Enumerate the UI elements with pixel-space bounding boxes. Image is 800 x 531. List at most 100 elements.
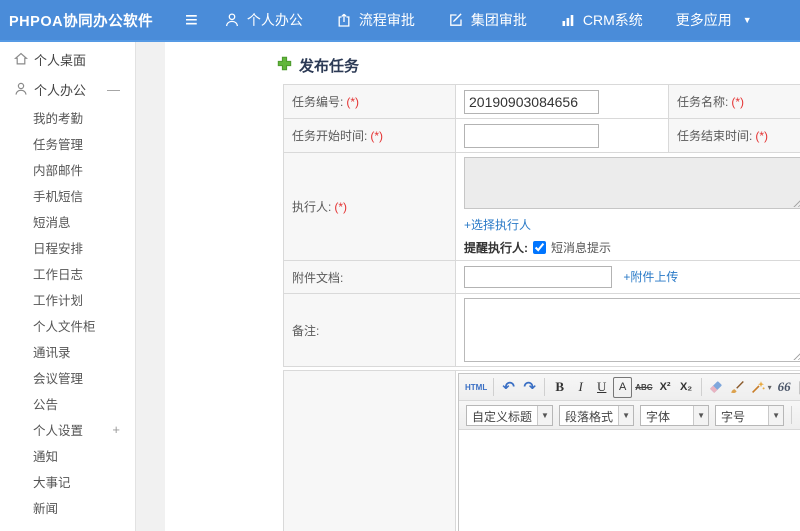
select-value: 字号 [721,409,746,424]
font-size-select[interactable]: 字号 ▼ [715,404,785,426]
paste-icon[interactable] [796,377,800,398]
sidebar-item-label: 公告 [33,397,59,412]
caret-down-icon: ▾ [767,382,772,392]
sidebar-item-label: 个人桌面 [34,52,87,68]
start-time-label-cell: 任务开始时间: (*) [283,118,456,153]
sidebar-item-personal-settings[interactable]: 个人设置 + [0,416,135,442]
nav-crm-system[interactable]: CRM系统 [560,10,643,30]
paragraph-format-select[interactable]: 段落格式 ▼ [559,404,635,426]
hamburger-menu-icon[interactable]: ≡ [185,9,198,31]
sidebar-item-milestones[interactable]: 大事记 [0,468,135,494]
subscript-button[interactable]: X₂ [677,377,696,398]
nav-label: CRM系统 [582,12,643,28]
app-logo: PHPOA协同办公软件 [9,13,154,30]
select-value: 字体 [646,409,671,424]
executor-box[interactable] [464,157,800,209]
nav-personal-office[interactable]: 个人办公 [224,10,303,30]
sidebar-item-label: 任务管理 [33,137,84,152]
resize-grip-icon[interactable] [791,198,800,207]
sidebar-item-internal-mail[interactable]: 内部邮件 [0,156,135,182]
caret-down-icon: ▼ [742,15,752,25]
nav-workflow-approval[interactable]: 流程审批 [336,10,415,30]
description-label-cell: 任务描述:(*) [283,370,456,531]
editor-toolbar-row2: 自定义标题 ▼ 段落格式 ▼ 字体 ▼ 字号 ▼ [459,401,800,430]
sidebar-item-schedule[interactable]: 日程安排 [0,234,135,260]
nav-label: 集团审批 [470,12,527,28]
sidebar-item-work-plan[interactable]: 工作计划 [0,286,135,312]
attachment-field-cell: +附件上传 [455,260,800,294]
expand-icon[interactable]: + [112,422,120,437]
choose-executor-link[interactable]: +选择执行人 [464,216,531,233]
font-family-select[interactable]: 字体 ▼ [640,404,710,426]
start-time-input[interactable] [464,123,599,148]
sidebar-item-my-attendance[interactable]: 我的考勤 [0,104,135,130]
remark-textarea[interactable] [464,298,800,362]
superscript-button[interactable]: X² [656,377,675,398]
custom-heading-select[interactable]: 自定义标题 ▼ [466,404,554,426]
page-title: 发布任务 [277,55,359,76]
sidebar-item-announcement[interactable]: 公告 [0,390,135,416]
sidebar-item-mobile-sms[interactable]: 手机短信 [0,182,135,208]
remark-label: 备注: [292,323,320,338]
sidebar-item-short-message[interactable]: 短消息 [0,208,135,234]
sidebar-item-label: 个人设置 [33,423,84,438]
sidebar-item-label: 大事记 [33,475,71,490]
remark-field-cell [455,293,800,367]
eraser-icon[interactable] [707,377,726,398]
editor-toolbar-row1: HTML ↶ ↷ B I U A ABC X² X₂ ▾ 66 [459,374,800,401]
redo-button[interactable]: ↷ [520,377,539,398]
strikethrough-button[interactable]: ABC [634,377,653,398]
table-row: 备注: [283,293,800,367]
attachment-label: 附件文档: [292,270,344,285]
table-row: 执行人: (*) +选择执行人 提醒执行人: 短消息提示 [283,152,800,261]
executor-label: 执行人: [292,200,332,214]
editor-content[interactable] [459,430,800,531]
nav-group-approval[interactable]: 集团审批 [448,10,527,30]
sidebar-item-personal-office[interactable]: 个人办公 — [0,74,135,104]
attachment-input[interactable] [464,266,612,288]
italic-button[interactable]: I [571,377,590,398]
sidebar-item-personal-files[interactable]: 个人文件柜 [0,312,135,338]
undo-button[interactable]: ↶ [499,377,518,398]
toolbar-separator [700,378,702,396]
attachment-upload-link[interactable]: +附件上传 [623,270,678,284]
font-style-button[interactable]: A [613,376,633,398]
sidebar-item-personal-desktop[interactable]: 个人桌面 [0,44,135,74]
sidebar-item-contacts[interactable]: 通讯录 [0,338,135,364]
bold-button[interactable]: B [550,377,569,398]
user-icon [13,81,29,97]
required-mark: (*) [370,129,384,143]
description-table: 任务描述:(*) HTML ↶ ↷ B I U A [283,370,800,531]
executor-label-cell: 执行人: (*) [283,152,456,261]
format-brush-icon[interactable] [728,377,747,398]
sidebar-item-task-management[interactable]: 任务管理 [0,130,135,156]
sms-remind-checkbox[interactable] [533,241,546,254]
blockquote-button[interactable]: 66 [775,377,794,398]
sidebar-item-label: 会议管理 [33,371,84,386]
user-icon [224,12,240,28]
sidebar-item-meeting-management[interactable]: 会议管理 [0,364,135,390]
remind-label: 提醒执行人: [464,241,528,255]
required-mark: (*) [334,200,348,214]
sidebar-item-label: 手机短信 [33,189,84,204]
caret-down-icon: ▼ [693,405,709,425]
sidebar-item-news[interactable]: 新闻 [0,494,135,520]
add-plus-icon [277,56,292,76]
sidebar-item-label: 个人办公 [34,82,87,98]
underline-button[interactable]: U [592,377,611,398]
sidebar-item-work-log[interactable]: 工作日志 [0,260,135,286]
attachment-label-cell: 附件文档: [283,260,456,294]
nav-more-apps[interactable]: 更多应用 ▼ [676,10,752,30]
sidebar-item-label: 通讯录 [33,345,71,360]
quick-format-wand-icon[interactable]: ▾ [749,377,773,398]
rich-text-editor: HTML ↶ ↷ B I U A ABC X² X₂ ▾ 66 自定义标题 ▼ … [458,373,800,531]
description-field-cell: HTML ↶ ↷ B I U A ABC X² X₂ ▾ 66 自定义标题 ▼ … [455,370,800,531]
start-time-label: 任务开始时间: [292,129,368,143]
collapse-icon[interactable]: — [107,82,120,97]
task-no-input[interactable] [464,89,599,114]
source-code-button[interactable]: HTML [464,377,488,398]
sidebar-item-notification[interactable]: 通知 [0,442,135,468]
resize-grip-icon[interactable] [791,351,800,360]
main-content: 发布任务 任务编号:(*) 任务名称:(*) 任务开始时间:(*) [165,42,800,531]
top-header: PHPOA协同办公软件 ≡ 个人办公 流程审批 集团审批 CRM系统 更多应用 … [0,0,800,42]
